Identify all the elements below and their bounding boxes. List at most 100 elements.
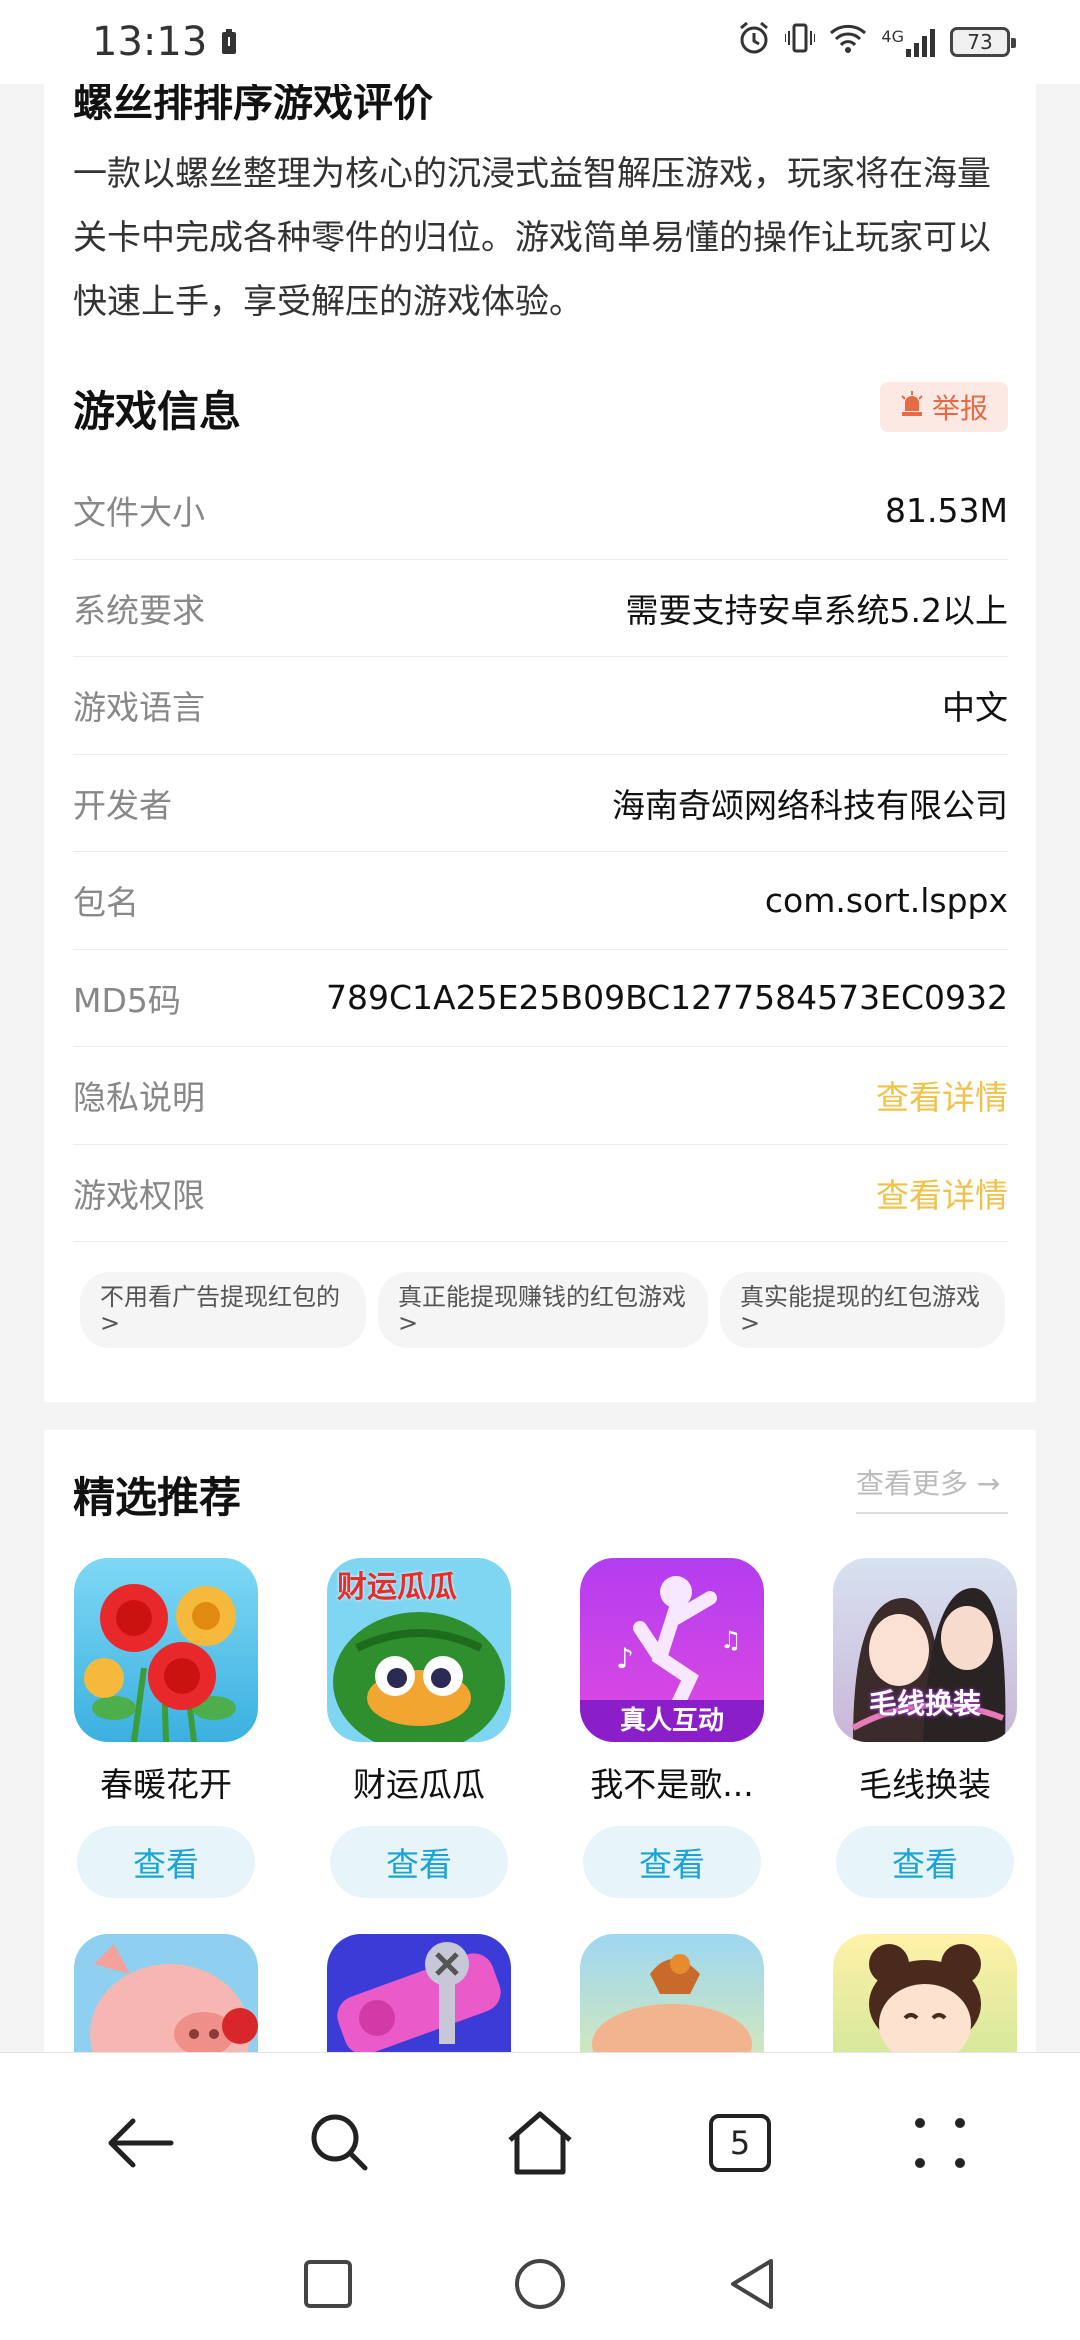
app-card[interactable]	[579, 1934, 765, 2054]
info-label: 包名	[73, 883, 139, 923]
app-card[interactable]: 毛线换装 毛线换装 查看	[832, 1558, 1018, 1898]
game-description: 一款以螺丝整理为核心的沉浸式益智解压游戏，玩家将在海量关卡中完成各种零件的归位。…	[73, 154, 991, 322]
tag-chip[interactable]: 真实能提现的红包游戏 >	[720, 1272, 1005, 1348]
tag-chip[interactable]: 真正能提现赚钱的红包游戏 >	[378, 1272, 708, 1348]
vibrate-icon	[784, 22, 817, 62]
tabs-button[interactable]: 5	[695, 2098, 785, 2188]
recommend-card: 精选推荐 查看更多 → 春暖花开 查看 财运瓜瓜 财运瓜瓜 查看 ♪ ♫ 真人互…	[44, 1430, 1036, 2130]
battery-saver-icon	[221, 19, 237, 65]
report-label: 举报	[931, 392, 988, 425]
icon-caption: 毛线换装	[868, 1687, 981, 1720]
info-label: MD5码	[73, 980, 181, 1020]
app-card[interactable]: 财运瓜瓜 财运瓜瓜 查看	[326, 1558, 512, 1898]
status-icons: 4G 73	[737, 21, 1016, 63]
info-value: 789C1A25E25B09BC1277584573EC0932	[326, 978, 1008, 1018]
menu-button[interactable]	[895, 2098, 985, 2188]
info-row-privacy: 隐私说明 查看详情	[73, 1047, 1008, 1145]
back-button[interactable]	[95, 2098, 185, 2188]
view-button[interactable]: 查看	[330, 1826, 508, 1898]
info-label: 隐私说明	[73, 1078, 205, 1118]
svg-text:♫: ♫	[720, 1626, 742, 1654]
search-button[interactable]	[295, 2098, 385, 2188]
related-tags: 不用看广告提现红包的 > 真正能提现赚钱的红包游戏 > 真实能提现的红包游戏 >	[80, 1272, 1015, 1348]
recommend-title: 精选推荐	[73, 1473, 242, 1522]
info-label: 游戏权限	[73, 1175, 205, 1215]
couple-icon[interactable]: 毛线换装	[833, 1558, 1017, 1742]
tabs-icon: 5	[709, 2113, 771, 2172]
icon-caption: 真人互动	[580, 1700, 764, 1742]
svg-text:♪: ♪	[616, 1642, 634, 1675]
info-value: com.sort.lsppx	[764, 880, 1008, 920]
farm-icon[interactable]	[580, 1934, 764, 2054]
clock-text: 13:13	[92, 19, 208, 65]
back-arrow-icon	[108, 2118, 174, 2167]
recents-button[interactable]	[303, 2259, 353, 2313]
app-name: 毛线换装	[859, 1765, 991, 1804]
game-info-title: 游戏信息	[73, 387, 242, 436]
battery-icon: 73	[950, 27, 1016, 57]
network-type-label: 4G	[881, 27, 904, 46]
info-value: 需要支持安卓系统5.2以上	[625, 590, 1008, 630]
system-home-button[interactable]	[513, 2257, 567, 2315]
system-back-button[interactable]	[727, 2257, 777, 2315]
watermelon-icon[interactable]: 财运瓜瓜	[327, 1558, 511, 1742]
wifi-icon	[829, 23, 867, 61]
info-label: 游戏语言	[73, 688, 205, 728]
view-button[interactable]: 查看	[583, 1826, 761, 1898]
home-button[interactable]	[495, 2098, 585, 2188]
app-grid-row-2	[73, 1934, 1018, 2054]
info-row-package: 包名 com.sort.lsppx	[73, 852, 1008, 950]
see-more-link[interactable]: 查看更多 →	[856, 1462, 1008, 1514]
info-row-md5: MD5码 789C1A25E25B09BC1277584573EC0932	[73, 950, 1008, 1047]
app-name: 春暖花开	[100, 1765, 232, 1804]
status-bar: 13:13 4G 73	[0, 0, 1080, 84]
app-name: 我不是歌...	[590, 1765, 754, 1804]
info-value: 中文	[942, 688, 1008, 728]
browser-bottom-nav: 5	[0, 2052, 1080, 2232]
view-button[interactable]: 查看	[77, 1826, 255, 1898]
circle-icon	[515, 2259, 565, 2309]
game-info-card: 螺丝排排序游戏评价 一款以螺丝整理为核心的沉浸式益智解压游戏，玩家将在海量关卡中…	[44, 60, 1036, 1402]
home-icon	[508, 2111, 572, 2174]
pig-icon[interactable]	[74, 1934, 258, 2054]
tag-chip[interactable]: 不用看广告提现红包的 >	[80, 1272, 366, 1348]
info-row-language: 游戏语言 中文	[73, 657, 1008, 755]
app-card[interactable]	[73, 1934, 259, 2054]
system-navigation-bar	[0, 2232, 1080, 2340]
tab-count: 5	[729, 2123, 751, 2162]
app-card[interactable]	[832, 1934, 1018, 2054]
icon-caption: 财运瓜瓜	[337, 1570, 457, 1605]
triangle-back-icon	[731, 2259, 773, 2309]
info-row-permissions: 游戏权限 查看详情	[73, 1145, 1008, 1242]
square-icon	[304, 2260, 352, 2308]
info-value: 81.53M	[885, 490, 1008, 530]
status-time: 13:13	[92, 19, 237, 65]
privacy-details-link[interactable]: 查看详情	[876, 1071, 1008, 1119]
flowers-icon[interactable]	[74, 1558, 258, 1742]
app-card[interactable]: ♪ ♫ 真人互动 我不是歌... 查看	[579, 1558, 765, 1898]
app-grid-row-1: 春暖花开 查看 财运瓜瓜 财运瓜瓜 查看 ♪ ♫ 真人互动 我不是歌... 查看…	[73, 1558, 1018, 1898]
menu-dots-icon	[915, 2117, 965, 2168]
info-row-system-req: 系统要求 需要支持安卓系统5.2以上	[73, 560, 1008, 657]
app-card[interactable]: 春暖花开 查看	[73, 1558, 259, 1898]
permissions-details-link[interactable]: 查看详情	[876, 1169, 1008, 1217]
app-name: 财运瓜瓜	[353, 1765, 485, 1804]
alarm-light-icon	[900, 390, 924, 424]
info-label: 文件大小	[73, 493, 205, 533]
app-card[interactable]	[326, 1934, 512, 2054]
screw-icon[interactable]	[327, 1934, 511, 2054]
girl-icon[interactable]	[833, 1934, 1017, 2054]
info-row-developer: 开发者 海南奇颂网络科技有限公司	[73, 755, 1008, 852]
report-button[interactable]: 举报	[880, 382, 1008, 432]
info-label: 系统要求	[73, 590, 205, 630]
info-row-file-size: 文件大小 81.53M	[73, 462, 1008, 560]
info-label: 开发者	[73, 785, 172, 825]
signal-icon: 4G	[881, 27, 936, 57]
dancer-icon[interactable]: ♪ ♫ 真人互动	[580, 1558, 764, 1742]
search-icon	[311, 2114, 368, 2170]
alarm-icon	[737, 21, 771, 63]
view-button[interactable]: 查看	[836, 1826, 1014, 1898]
battery-level: 73	[967, 30, 993, 54]
info-table: 文件大小 81.53M 系统要求 需要支持安卓系统5.2以上 游戏语言 中文 开…	[73, 462, 1008, 1242]
info-value: 海南奇颂网络科技有限公司	[612, 785, 1008, 825]
